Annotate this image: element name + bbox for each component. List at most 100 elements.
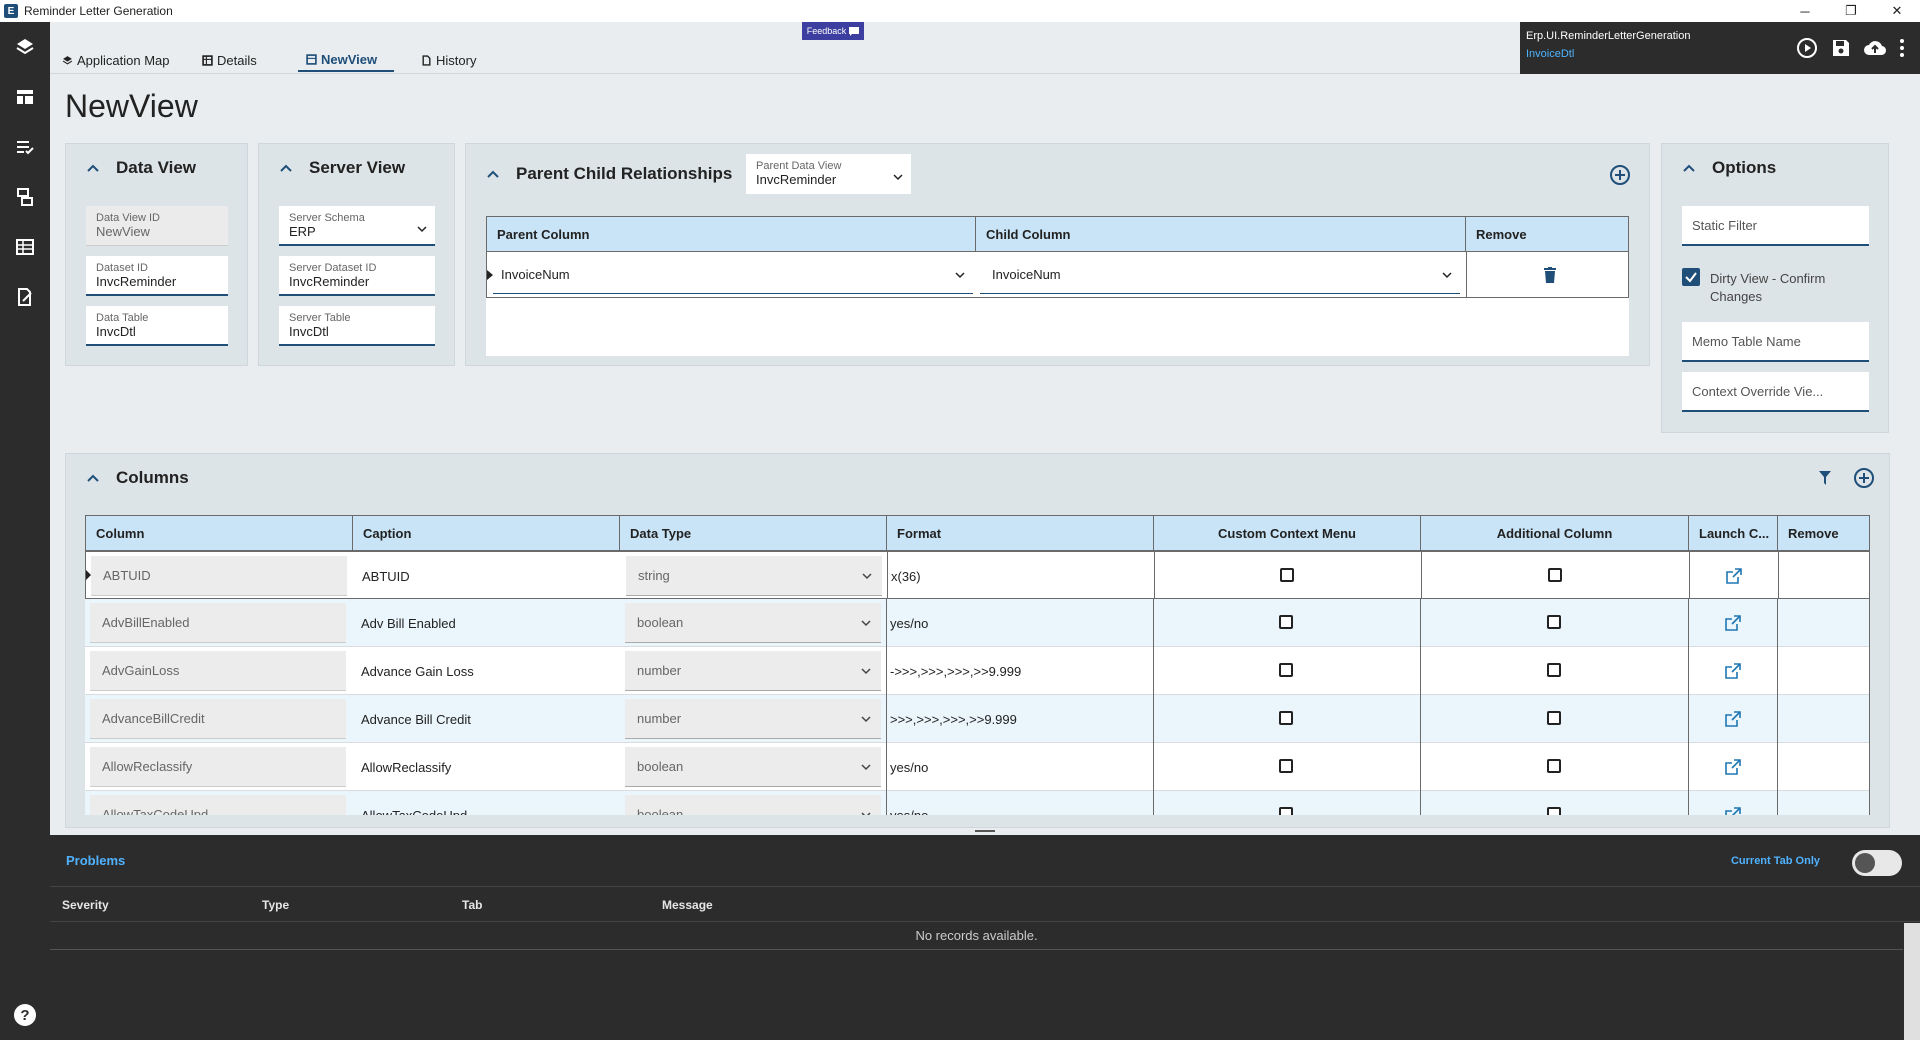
table-row[interactable]: ABTUID ABTUID string x(36) <box>85 551 1870 600</box>
additional-column-checkbox[interactable] <box>1547 663 1561 677</box>
server-schema-select[interactable]: Server Schema ERP <box>279 206 435 246</box>
type-header[interactable]: Type <box>262 898 289 912</box>
data-type-select[interactable]: boolean <box>625 747 881 787</box>
format-cell[interactable]: x(36) <box>891 552 1151 600</box>
format-cell[interactable]: >>>,>>>,>>>,>>9.999 <box>890 695 1150 743</box>
data-table-field[interactable]: Data Table InvcDtl <box>86 306 228 346</box>
custom-context-menu-checkbox[interactable] <box>1279 807 1293 815</box>
format-cell[interactable]: yes/no <box>890 743 1150 791</box>
additional-column-checkbox[interactable] <box>1547 807 1561 815</box>
additional-column-checkbox[interactable] <box>1547 615 1561 629</box>
format-cell[interactable]: ->>>,>>>,>>>,>>9.999 <box>890 647 1150 695</box>
additional-column-header[interactable]: Additional Column <box>1420 515 1689 551</box>
columns-header[interactable]: Columns <box>66 454 1889 502</box>
list-check-nav-button[interactable] <box>0 122 50 172</box>
server-table-field[interactable]: Server Table InvcDtl <box>279 306 435 346</box>
caption-cell[interactable]: Adv Bill Enabled <box>361 599 621 647</box>
caption-cell[interactable]: AllowReclassify <box>361 743 621 791</box>
close-button[interactable]: ✕ <box>1874 0 1920 22</box>
caption-cell[interactable]: Advance Bill Credit <box>361 695 621 743</box>
caption-cell[interactable]: ABTUID <box>362 552 622 600</box>
dirty-view-option[interactable]: Dirty View - Confirm Changes <box>1682 268 1869 308</box>
external-link-icon[interactable] <box>1725 615 1741 631</box>
tab-header[interactable]: Tab <box>462 898 482 912</box>
custom-context-menu-checkbox[interactable] <box>1279 711 1293 725</box>
current-tab-only-toggle[interactable] <box>1852 850 1902 876</box>
data-type-select[interactable]: number <box>625 699 881 739</box>
current-view-link[interactable]: InvoiceDtl <box>1526 48 1574 60</box>
layers-nav-button[interactable] <box>0 22 50 72</box>
severity-header[interactable]: Severity <box>62 898 109 912</box>
data-type-select[interactable]: boolean <box>625 795 881 815</box>
data-view-header[interactable]: Data View <box>66 144 247 192</box>
tab-history[interactable]: History <box>421 48 476 72</box>
dirty-view-checkbox[interactable] <box>1682 268 1700 286</box>
custom-context-menu-checkbox[interactable] <box>1280 568 1294 582</box>
panel-splitter-handle[interactable] <box>975 830 995 832</box>
server-view-header[interactable]: Server View <box>259 144 454 192</box>
options-header[interactable]: Options <box>1662 144 1888 192</box>
tab-newview[interactable]: NewView <box>298 48 394 72</box>
table-row[interactable]: AllowReclassify AllowReclassify boolean yes… <box>85 743 1870 791</box>
problems-scrollbar[interactable] <box>1904 923 1920 1040</box>
additional-column-checkbox[interactable] <box>1547 711 1561 725</box>
external-link-icon[interactable] <box>1725 807 1741 815</box>
run-button[interactable] <box>1795 36 1819 60</box>
filter-icon[interactable] <box>1819 471 1831 485</box>
edit-doc-nav-button[interactable] <box>0 272 50 322</box>
parent-child-header[interactable]: Parent Child Relationships <box>466 144 1649 204</box>
table-row[interactable]: AdvanceBillCredit Advance Bill Credit numb… <box>85 695 1870 743</box>
parent-column-select[interactable]: InvoiceNum <box>493 256 973 294</box>
additional-column-checkbox[interactable] <box>1548 568 1562 582</box>
restore-button[interactable]: ❐ <box>1828 0 1874 22</box>
column-header[interactable]: Column <box>85 515 353 551</box>
feedback-button[interactable]: Feedback <box>802 22 864 40</box>
external-link-icon[interactable] <box>1726 568 1742 584</box>
external-link-icon[interactable] <box>1725 759 1741 775</box>
data-nav-button[interactable] <box>0 172 50 222</box>
context-override-input[interactable]: Context Override Vie... <box>1682 372 1869 412</box>
launch-header[interactable]: Launch C... <box>1688 515 1778 551</box>
layout-nav-button[interactable] <box>0 72 50 122</box>
table-row[interactable]: AdvGainLoss Advance Gain Loss number ->>>,>… <box>85 647 1870 695</box>
memo-table-name-input[interactable]: Memo Table Name <box>1682 322 1869 362</box>
external-link-icon[interactable] <box>1725 711 1741 727</box>
message-header[interactable]: Message <box>662 898 713 912</box>
table-row[interactable]: AllowTaxCodeUpd AllowTaxCodeUpd boolean yes… <box>85 791 1870 815</box>
caption-cell[interactable]: Advance Gain Loss <box>361 647 621 695</box>
save-button[interactable] <box>1829 36 1853 60</box>
tab-application-map[interactable]: Application Map <box>62 48 170 72</box>
data-type-select[interactable]: string <box>626 556 882 596</box>
help-icon[interactable]: ? <box>14 1004 36 1026</box>
child-column-select[interactable]: InvoiceNum <box>980 256 1460 294</box>
external-link-icon[interactable] <box>1725 663 1741 679</box>
grid-nav-button[interactable] <box>0 222 50 272</box>
additional-column-checkbox[interactable] <box>1547 759 1561 773</box>
dataset-id-field[interactable]: Dataset ID InvcReminder <box>86 256 228 296</box>
add-relationship-icon[interactable] <box>1609 164 1631 186</box>
tab-details[interactable]: Details <box>202 48 257 72</box>
data-type-header[interactable]: Data Type <box>619 515 887 551</box>
publish-button[interactable] <box>1863 36 1887 60</box>
caption-header[interactable]: Caption <box>352 515 620 551</box>
format-cell[interactable]: yes/no <box>890 599 1150 647</box>
format-header[interactable]: Format <box>886 515 1154 551</box>
child-column-header[interactable]: Child Column <box>975 216 1466 252</box>
static-filter-input[interactable]: Static Filter <box>1682 206 1869 246</box>
parent-data-view-select[interactable]: Parent Data View InvcReminder <box>746 154 911 194</box>
parent-column-header[interactable]: Parent Column <box>486 216 976 252</box>
data-type-select[interactable]: number <box>625 651 881 691</box>
format-cell[interactable]: yes/no <box>890 791 1150 816</box>
problems-title[interactable]: Problems <box>66 853 125 868</box>
server-dataset-id-field[interactable]: Server Dataset ID InvcReminder <box>279 256 435 296</box>
more-menu-button[interactable] <box>1894 36 1910 60</box>
caption-cell[interactable]: AllowTaxCodeUpd <box>361 791 621 816</box>
custom-context-menu-header[interactable]: Custom Context Menu <box>1153 515 1421 551</box>
custom-context-menu-checkbox[interactable] <box>1279 663 1293 677</box>
table-row[interactable]: AdvBillEnabled Adv Bill Enabled boolean yes… <box>85 599 1870 647</box>
minimize-button[interactable]: ─ <box>1782 0 1828 22</box>
custom-context-menu-checkbox[interactable] <box>1279 759 1293 773</box>
relationship-row[interactable]: InvoiceNum InvoiceNum <box>486 251 1629 298</box>
custom-context-menu-checkbox[interactable] <box>1279 615 1293 629</box>
data-type-select[interactable]: boolean <box>625 603 881 643</box>
